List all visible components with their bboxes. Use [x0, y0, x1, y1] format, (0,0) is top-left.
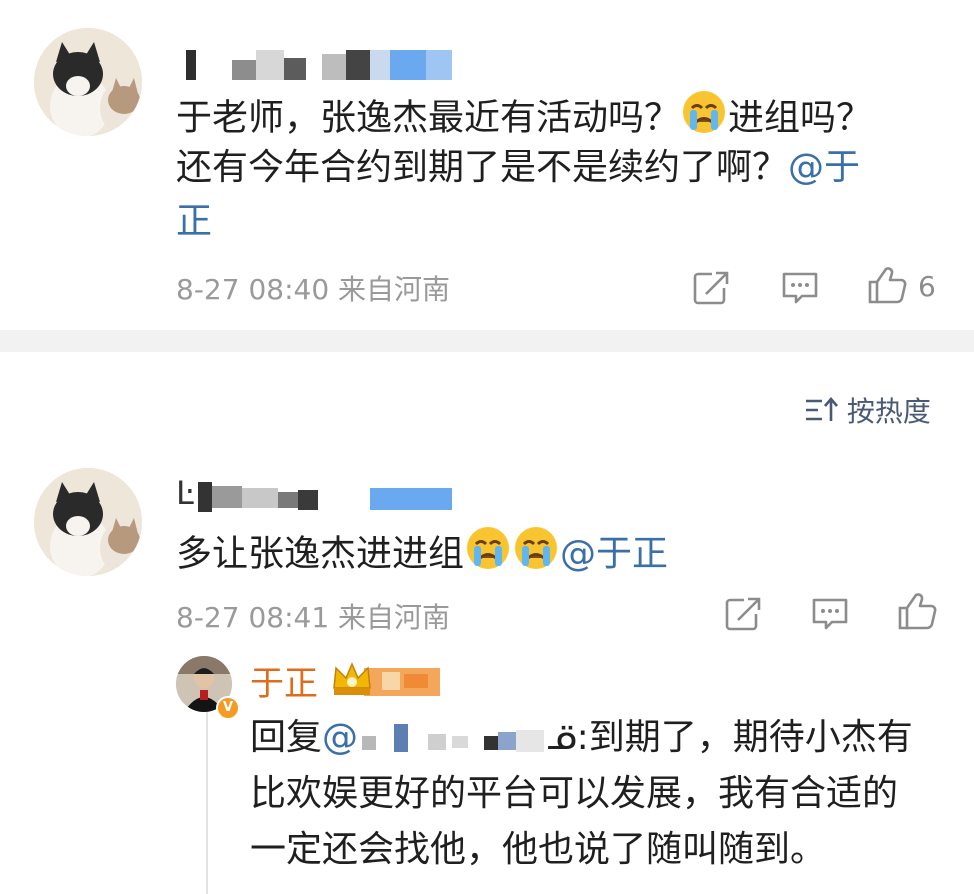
reply-author-name[interactable]: 于正 [250, 656, 318, 705]
sort-by-hot-button[interactable]: 按热度 [804, 390, 931, 432]
reply-text-line2: 比欢娱更好的平台可以发展，我有合适的 [250, 773, 899, 814]
reply-thread-line [206, 712, 208, 894]
share-icon[interactable] [724, 596, 762, 636]
comment-meta: 8-27 08:40 来自河南 [176, 268, 450, 308]
mention-link-continued[interactable]: 正 [176, 196, 212, 248]
share-icon[interactable] [692, 270, 730, 310]
section-divider [0, 330, 974, 352]
like-icon[interactable] [866, 266, 908, 310]
comment-icon[interactable] [780, 270, 820, 310]
comment-location: 来自河南 [338, 601, 451, 634]
sort-icon [804, 395, 838, 432]
crying-face-emoji-icon [512, 524, 560, 587]
comment-meta: 8-27 08:41 来自河南 [176, 596, 450, 636]
like-icon[interactable] [896, 592, 938, 636]
cat-avatar-icon [34, 28, 142, 136]
comment-time: 8-27 08:40 [176, 273, 330, 306]
reply-text-line3: 一定还会找他，他也说了随叫随到。 [250, 829, 827, 870]
mention-link[interactable]: @于 [788, 147, 860, 188]
reply-mention-redacted [358, 724, 546, 754]
cat-avatar-icon [34, 468, 142, 576]
commenter-name-redacted[interactable]: Ŀ [176, 474, 456, 512]
like-count: 6 [918, 270, 936, 303]
comment-text-line2: 还有今年合约到期了是不是续约了啊？@于 [176, 147, 861, 188]
name-fragment: Ŀ [176, 474, 194, 512]
comment-icon[interactable] [810, 596, 850, 636]
reply-mention-link[interactable]: @ [322, 717, 358, 758]
comment-time: 8-27 08:41 [176, 601, 330, 634]
crying-face-emoji-icon [464, 524, 512, 587]
commenter-name-redacted[interactable] [182, 50, 452, 80]
mention-link[interactable]: @于正 [560, 534, 668, 575]
sort-label: 按热度 [846, 395, 931, 428]
reply-text-line1: 回复@ ᓆ:到期了，期待小杰有 [250, 717, 913, 758]
crown-badge-icon [330, 658, 442, 704]
commenter-avatar[interactable] [34, 468, 142, 576]
verified-v-icon: V [216, 696, 240, 720]
commenter-avatar[interactable] [34, 28, 142, 136]
comment-text: 多让张逸杰进进组 @于正 [176, 524, 668, 587]
comment-location: 来自河南 [338, 273, 451, 306]
